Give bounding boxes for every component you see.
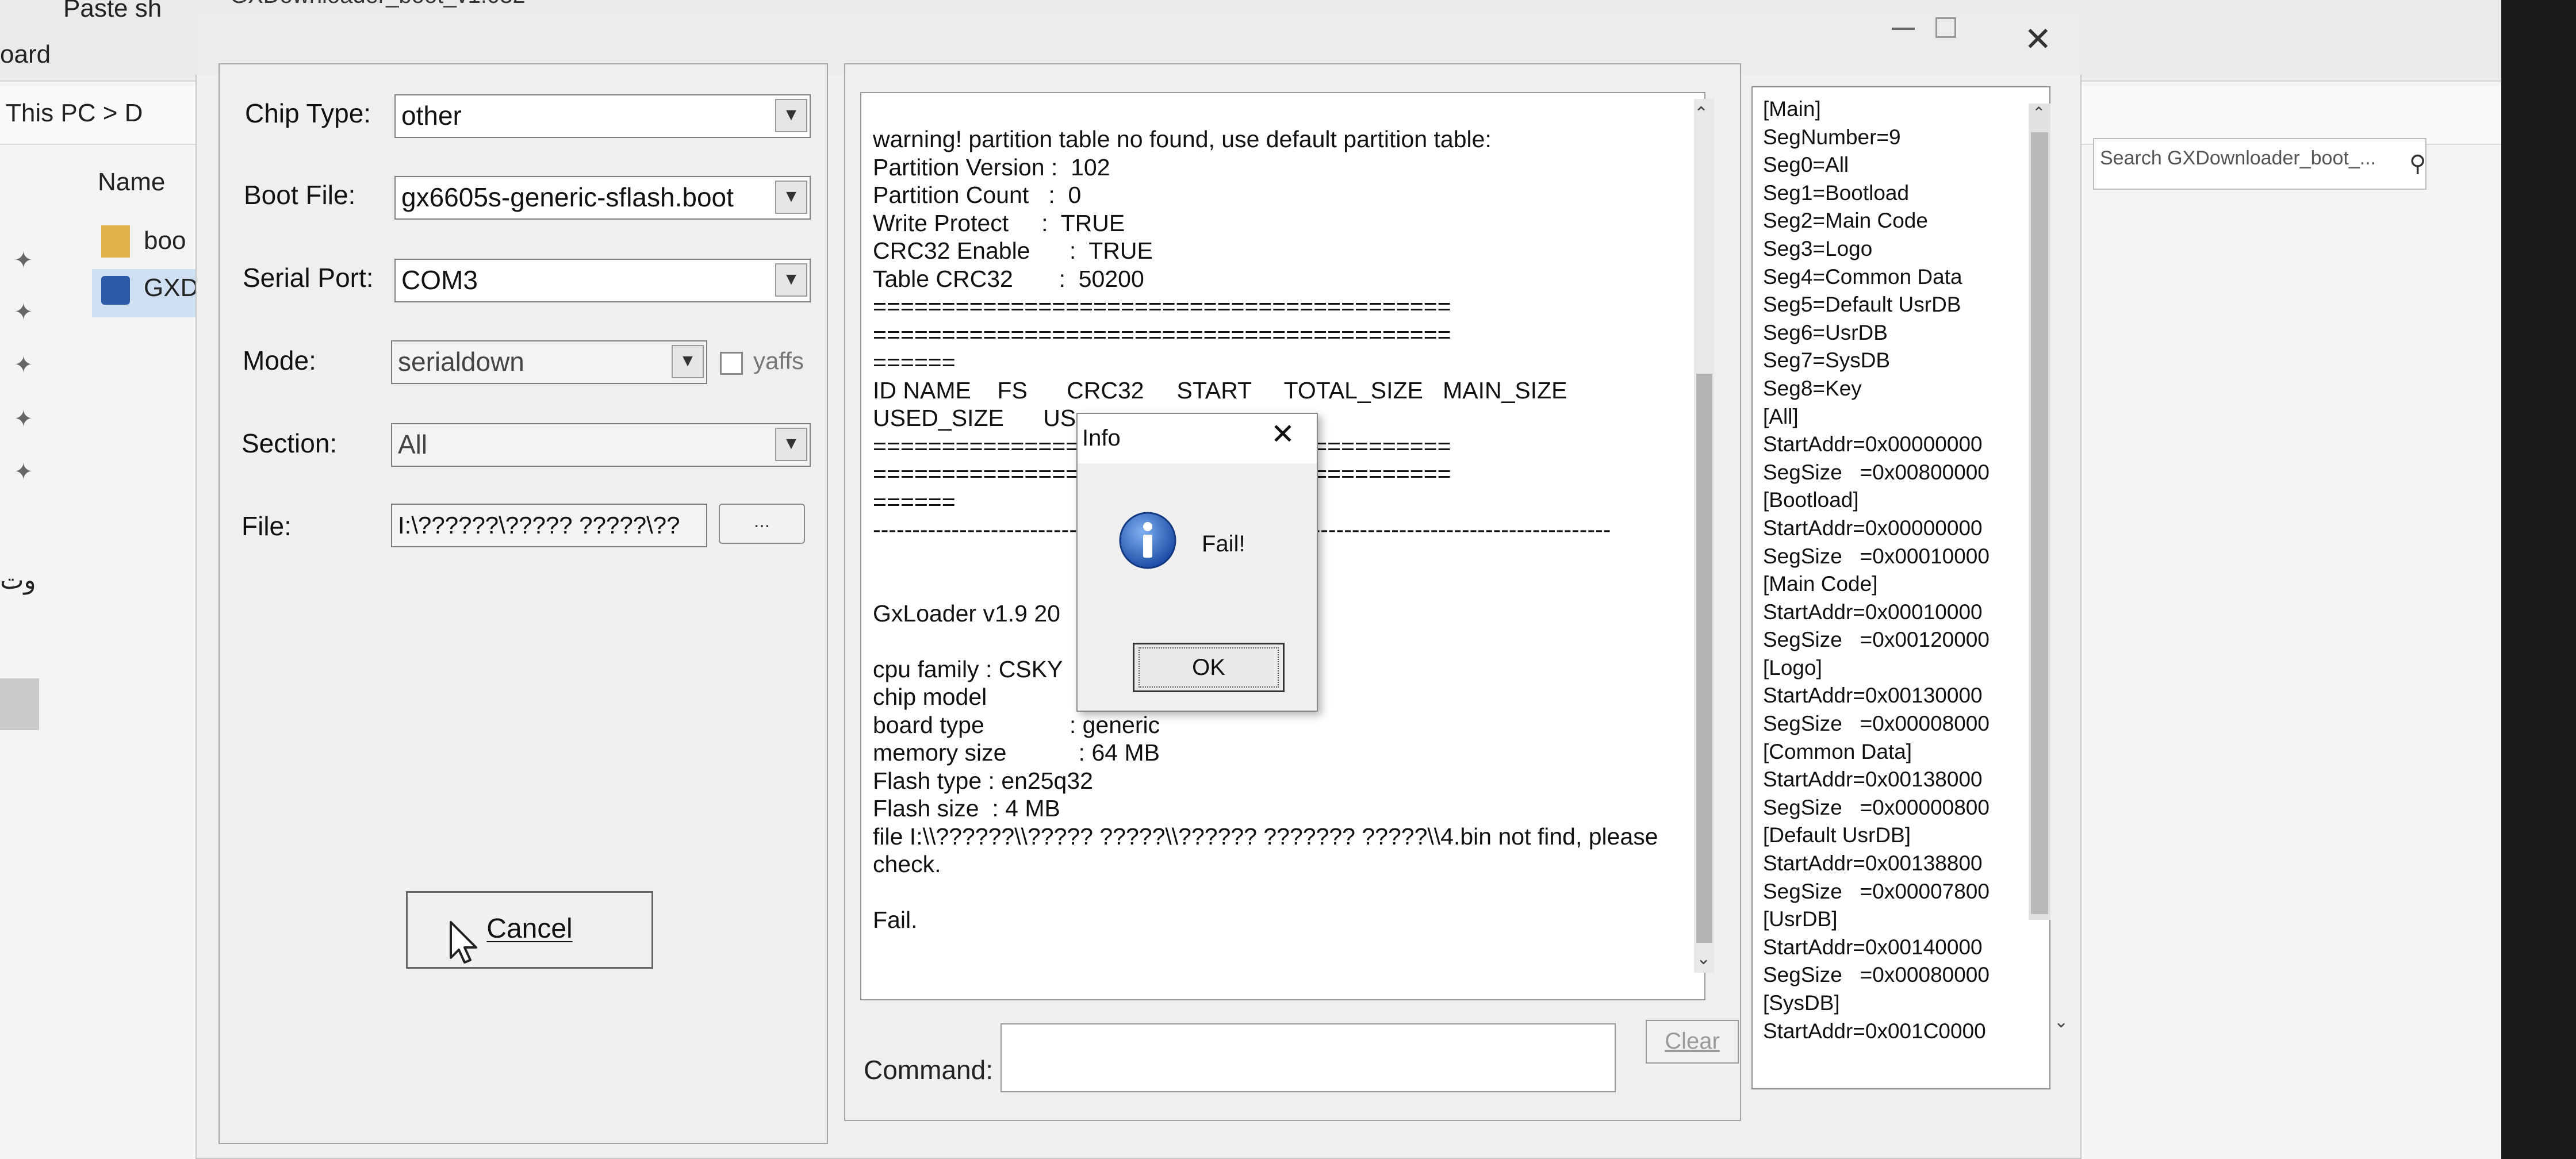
browse-button[interactable]: ... xyxy=(719,504,805,544)
chevron-down-icon[interactable]: ▼ xyxy=(775,263,807,297)
pin-icon[interactable]: ✦ xyxy=(14,459,33,485)
maximize-icon[interactable] xyxy=(1935,17,1956,38)
pin-icon[interactable]: ✦ xyxy=(14,299,33,325)
cancel-button[interactable]: Cancel xyxy=(406,891,653,969)
chevron-down-icon[interactable]: ▼ xyxy=(775,181,807,214)
dialog-title: Info xyxy=(1082,425,1121,451)
serial-port-label: Serial Port: xyxy=(243,263,374,293)
pin-icon[interactable]: ✦ xyxy=(14,406,33,432)
section-value: All xyxy=(398,429,428,459)
chevron-down-icon[interactable]: ▼ xyxy=(672,345,704,378)
log-scrollbar-thumb[interactable] xyxy=(1696,374,1712,943)
list-item[interactable]: boo xyxy=(144,227,186,255)
serial-port-select[interactable]: COM3 ▼ xyxy=(394,259,811,302)
clipboard-group-label: oard xyxy=(0,40,51,68)
mode-label: Mode: xyxy=(243,346,316,375)
command-input[interactable] xyxy=(1000,1023,1616,1092)
nav-item-highlight xyxy=(0,678,39,730)
partition-config-text: [Main] SegNumber=9 Seg0=All Seg1=Bootloa… xyxy=(1763,97,1989,1043)
info-icon xyxy=(1119,512,1176,569)
rtl-label: وت xyxy=(0,566,36,594)
chevron-down-icon[interactable]: ▼ xyxy=(775,428,807,461)
chevron-up-icon[interactable]: ⌃ xyxy=(2032,103,2045,122)
list-item[interactable]: GXD xyxy=(144,274,198,302)
file-path-field[interactable]: I:\??????\????? ?????\?? xyxy=(391,504,707,547)
minimize-icon[interactable] xyxy=(1892,28,1915,30)
ok-button-focus-ring xyxy=(1138,647,1279,688)
paste-shortcut-item[interactable]: Paste sh xyxy=(63,0,162,23)
yaffs-checkbox[interactable] xyxy=(720,352,743,375)
boot-file-value: gx6605s-generic-sflash.boot xyxy=(401,182,734,212)
partition-config-panel[interactable]: [Main] SegNumber=9 Seg0=All Seg1=Bootloa… xyxy=(1751,86,2050,1089)
chevron-down-icon[interactable]: ⌄ xyxy=(1696,949,1711,969)
pin-icon[interactable]: ✦ xyxy=(14,247,33,274)
app-icon xyxy=(101,276,130,305)
command-label: Command: xyxy=(864,1055,993,1085)
pin-icon[interactable]: ✦ xyxy=(14,352,33,378)
section-select[interactable]: All ▼ xyxy=(391,423,811,467)
dialog-message: Fail! xyxy=(1202,531,1245,557)
file-label: File: xyxy=(241,511,292,541)
chip-type-value: other xyxy=(401,101,462,131)
serial-port-value: COM3 xyxy=(401,265,478,295)
window-title: GXDownloader_boot_v1.032 xyxy=(230,0,526,9)
settings-panel xyxy=(218,63,828,1144)
section-label: Section: xyxy=(241,428,338,458)
yaffs-label: yaffs xyxy=(753,347,804,374)
close-icon[interactable]: ✕ xyxy=(2024,23,2052,56)
chevron-down-icon[interactable]: ⌄ xyxy=(2054,1012,2068,1032)
mode-value: serialdown xyxy=(398,347,524,377)
boot-file-label: Boot File: xyxy=(244,180,356,210)
mouse-cursor-icon xyxy=(450,921,477,964)
boot-file-select[interactable]: gx6605s-generic-sflash.boot ▼ xyxy=(394,176,811,220)
search-icon[interactable]: ⚲ xyxy=(2409,151,2426,177)
mode-select[interactable]: serialdown ▼ xyxy=(391,340,707,384)
close-icon[interactable]: ✕ xyxy=(1271,420,1295,448)
name-column-header[interactable]: Name xyxy=(98,168,165,197)
clear-button[interactable]: Clear xyxy=(1646,1020,1739,1064)
chevron-up-icon[interactable]: ⌃ xyxy=(1694,103,1708,124)
chip-type-label: Chip Type: xyxy=(245,98,371,128)
search-input[interactable]: Search GXDownloader_boot_... xyxy=(2093,138,2426,190)
chevron-down-icon[interactable]: ▼ xyxy=(775,99,807,132)
config-scrollbar-thumb[interactable] xyxy=(2031,132,2048,914)
breadcrumb[interactable]: This PC > D xyxy=(6,99,143,128)
folder-icon xyxy=(101,225,130,258)
chip-type-select[interactable]: other ▼ xyxy=(394,94,811,138)
